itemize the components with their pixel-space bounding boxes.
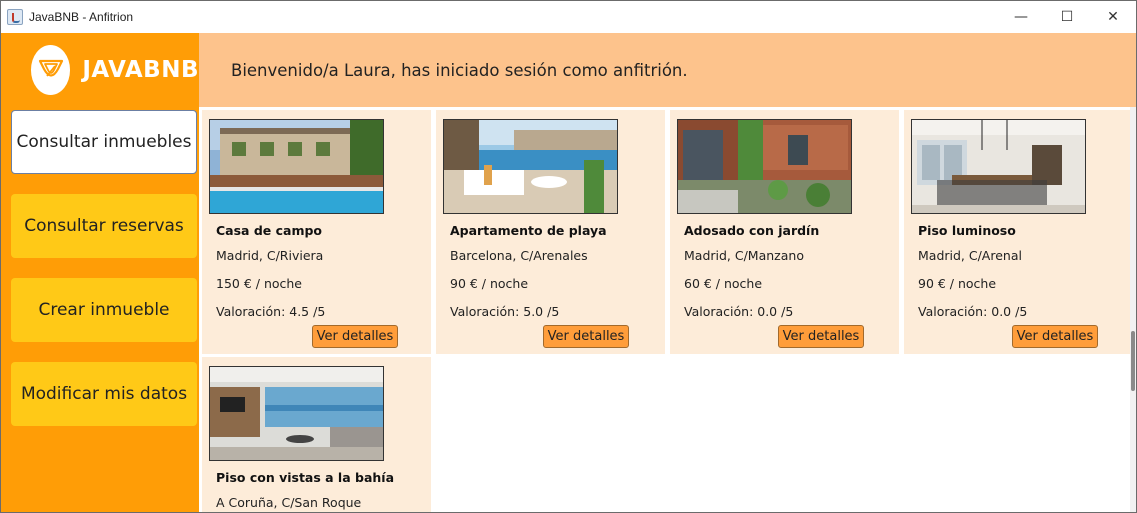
listing-location: Madrid, C/Riviera <box>216 248 324 263</box>
listing-rating: Valoración: 4.5 /5 <box>216 304 326 319</box>
country-house-with-pool-photo <box>209 119 384 214</box>
listing-name: Casa de campo <box>216 223 323 238</box>
close-button[interactable]: ✕ <box>1090 1 1136 33</box>
ver-detalles-button[interactable]: Ver detalles <box>312 325 398 348</box>
listing-rating: Valoración: 0.0 /5 <box>684 304 794 319</box>
logo: JAVABNB <box>1 33 199 107</box>
listing-location: Madrid, C/Arenal <box>918 248 1022 263</box>
nav-modificar-mis-datos[interactable]: Modificar mis datos <box>11 362 197 426</box>
listing-price: 90 € / noche <box>918 276 997 291</box>
listing-card: Apartamento de playa Barcelona, C/Arenal… <box>436 110 665 354</box>
listing-card: Piso luminoso Madrid, C/Arenal 90 € / no… <box>904 110 1133 354</box>
vertical-scrollbar[interactable] <box>1130 107 1136 512</box>
sidebar: JAVABNB Consultar inmuebles Consultar re… <box>1 33 199 512</box>
nav-label: Modificar mis datos <box>20 384 188 404</box>
listing-name: Piso con vistas a la bahía <box>216 470 395 485</box>
listing-name: Piso luminoso <box>918 223 1016 238</box>
java-app-icon <box>7 9 23 25</box>
listing-name: Adosado con jardín <box>684 223 820 238</box>
ver-detalles-button[interactable]: Ver detalles <box>543 325 629 348</box>
ver-detalles-button[interactable]: Ver detalles <box>1012 325 1098 348</box>
listing-price: 90 € / noche <box>450 276 529 291</box>
nav-label: Crear inmueble <box>38 300 170 320</box>
maximize-button[interactable]: ☐ <box>1044 1 1090 33</box>
bay-view-living-room-photo <box>209 366 384 461</box>
welcome-header: Bienvenido/a Laura, has iniciado sesión … <box>199 33 1136 107</box>
listing-rating: Valoración: 5.0 /5 <box>450 304 560 319</box>
listing-rating: Valoración: 0.0 /5 <box>918 304 1028 319</box>
listing-location: Barcelona, C/Arenales <box>450 248 588 263</box>
welcome-message: Bienvenido/a Laura, has iniciado sesión … <box>231 60 688 80</box>
logo-text: JAVABNB <box>82 57 199 83</box>
beach-apartment-terrace-photo <box>443 119 618 214</box>
nav-consultar-reservas[interactable]: Consultar reservas <box>11 194 197 258</box>
javabnb-logo-icon <box>31 45 71 95</box>
listing-name: Apartamento de playa <box>450 223 607 238</box>
nav-crear-inmueble[interactable]: Crear inmueble <box>11 278 197 342</box>
bright-flat-dining-photo <box>911 119 1086 214</box>
listing-card: Adosado con jardín Madrid, C/Manzano 60 … <box>670 110 899 354</box>
minimize-button[interactable]: — <box>998 1 1044 33</box>
ver-detalles-button[interactable]: Ver detalles <box>778 325 864 348</box>
listing-price: 60 € / noche <box>684 276 763 291</box>
nav-consultar-inmuebles[interactable]: Consultar inmuebles <box>11 110 197 174</box>
window-title: JavaBNB - Anfitrion <box>29 10 134 24</box>
app-window: JavaBNB - Anfitrion — ☐ ✕ JAVABNB Consul… <box>0 0 1137 513</box>
townhouse-garden-photo <box>677 119 852 214</box>
title-bar: JavaBNB - Anfitrion — ☐ ✕ <box>1 1 1136 33</box>
scrollbar-thumb[interactable] <box>1131 331 1135 391</box>
listing-card: Casa de campo Madrid, C/Riviera 150 € / … <box>202 110 431 354</box>
listings-grid: Casa de campo Madrid, C/Riviera 150 € / … <box>199 107 1136 512</box>
listing-location: A Coruña, C/San Roque <box>216 495 362 510</box>
nav-label: Consultar reservas <box>24 216 184 236</box>
window-controls: — ☐ ✕ <box>998 1 1136 33</box>
listing-price: 150 € / noche <box>216 276 302 291</box>
listing-card: Piso con vistas a la bahía A Coruña, C/S… <box>202 357 431 512</box>
listing-location: Madrid, C/Manzano <box>684 248 804 263</box>
nav-label: Consultar inmuebles <box>16 132 192 152</box>
